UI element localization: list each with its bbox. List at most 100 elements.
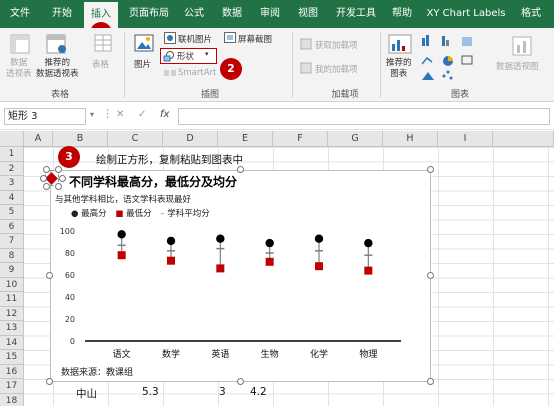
recommended-charts-label[interactable]: 推荐的 图表	[386, 58, 412, 80]
chart-handle[interactable]	[427, 166, 434, 173]
y-tick-label[interactable]: 20	[65, 315, 75, 324]
x-category-label[interactable]: 语文	[113, 348, 131, 360]
max-point[interactable]	[216, 234, 225, 243]
row-header-10[interactable]: 10	[0, 277, 24, 292]
column-header-e[interactable]: E	[218, 131, 273, 147]
name-box[interactable]: 矩形 3	[4, 108, 86, 125]
tab-data[interactable]: 数据	[216, 0, 248, 28]
shape-handle[interactable]	[43, 183, 50, 190]
x-category-label[interactable]: 英语	[211, 348, 229, 360]
row-header-11[interactable]: 11	[0, 292, 24, 307]
max-point[interactable]	[166, 236, 176, 246]
column-header-h[interactable]: H	[383, 131, 438, 147]
max-point[interactable]	[117, 230, 126, 239]
chart-handle[interactable]	[46, 378, 53, 385]
get-addins-icon[interactable]	[300, 38, 312, 50]
row-header-6[interactable]: 6	[0, 219, 24, 234]
chart-type-icons[interactable]	[422, 34, 482, 84]
shape-handle[interactable]	[55, 166, 62, 173]
online-picture-icon[interactable]	[164, 32, 176, 44]
row-header-14[interactable]: 14	[0, 335, 24, 350]
my-addins-icon[interactable]	[300, 62, 312, 74]
max-point[interactable]	[364, 238, 373, 248]
shape-handle[interactable]	[43, 166, 50, 173]
x-category-label[interactable]: 数学	[162, 348, 180, 360]
column-header-c[interactable]: C	[108, 131, 163, 147]
select-all-corner[interactable]	[0, 131, 24, 147]
name-box-dropdown-icon[interactable]: ▾	[90, 110, 94, 119]
cell-e18[interactable]: 4.2	[250, 386, 267, 398]
row-header-17[interactable]: 17	[0, 379, 24, 394]
cell-d18[interactable]: 3	[219, 386, 226, 398]
row-header-3[interactable]: 3	[0, 176, 24, 191]
picture-icon[interactable]	[134, 34, 154, 52]
min-point[interactable]	[315, 262, 323, 271]
screenshot-icon[interactable]	[224, 32, 236, 43]
tab-help[interactable]: 帮助	[386, 0, 418, 28]
pivot-chart-icon[interactable]	[512, 36, 532, 56]
chart-handle[interactable]	[427, 378, 434, 385]
row-header-4[interactable]: 4	[0, 190, 24, 205]
row-header-13[interactable]: 13	[0, 321, 24, 336]
row-header-8[interactable]: 8	[0, 248, 24, 263]
row-header-9[interactable]: 9	[0, 263, 24, 278]
column-header-d[interactable]: D	[163, 131, 218, 147]
table-icon[interactable]	[94, 34, 112, 52]
row-header-12[interactable]: 12	[0, 306, 24, 321]
max-point[interactable]	[314, 234, 324, 243]
cell-b18[interactable]: 中山	[76, 386, 97, 401]
cell-c18[interactable]: 5.3	[142, 386, 159, 398]
min-point[interactable]	[364, 266, 373, 275]
y-tick-label[interactable]: 0	[70, 337, 75, 346]
smartart-label[interactable]: SmartArt	[178, 68, 216, 78]
shape-handle[interactable]	[59, 175, 66, 182]
min-point[interactable]	[216, 264, 225, 273]
min-point[interactable]	[117, 251, 126, 260]
tab-formulas[interactable]: 公式	[178, 0, 210, 28]
column-header-i[interactable]: I	[438, 131, 493, 147]
x-category-label[interactable]: 物理	[359, 348, 377, 360]
x-category-label[interactable]: 化学	[310, 348, 328, 360]
tab-xy-chart-labels[interactable]: XY Chart Labels	[424, 0, 508, 28]
chart-handle[interactable]	[237, 166, 244, 173]
column-header-f[interactable]: F	[273, 131, 328, 147]
picture-label[interactable]: 图片	[134, 58, 151, 70]
shapes-button[interactable]: 形状 ▾	[160, 48, 217, 64]
my-addins-label[interactable]: 我的加载项	[315, 63, 358, 75]
screenshot-label[interactable]: 屏幕截图	[238, 33, 272, 45]
row-header-1[interactable]: 1	[0, 147, 24, 162]
y-tick-label[interactable]: 80	[65, 249, 75, 258]
row-header-16[interactable]: 16	[0, 364, 24, 379]
row-header-18[interactable]: 18	[0, 393, 24, 406]
chart-area[interactable]: 不同学科最高分，最低分及均分 与其他学科相比，语文学科表现最好 ● 最高分 ■ …	[50, 170, 431, 382]
recommended-charts-icon[interactable]	[388, 34, 412, 54]
y-tick-label[interactable]: 40	[65, 293, 75, 302]
formula-input[interactable]	[178, 108, 550, 125]
tab-review[interactable]: 审阅	[254, 0, 286, 28]
tab-view[interactable]: 视图	[292, 0, 324, 28]
shape-handle[interactable]	[40, 175, 47, 182]
enter-icon[interactable]: ✓	[138, 109, 146, 120]
get-addins-label[interactable]: 获取加载项	[315, 39, 358, 51]
column-header-b[interactable]: B	[53, 131, 108, 147]
x-category-label[interactable]: 生物	[261, 348, 279, 360]
row-header-2[interactable]: 2	[0, 161, 24, 176]
min-point[interactable]	[167, 256, 175, 265]
recommended-pivot-icon[interactable]	[46, 34, 68, 54]
chart-handle[interactable]	[46, 272, 53, 279]
pivot-table-icon[interactable]	[10, 34, 30, 54]
tab-page-layout[interactable]: 页面布局	[124, 0, 174, 28]
min-point[interactable]	[265, 257, 274, 266]
row-header-15[interactable]: 15	[0, 350, 24, 365]
cancel-icon[interactable]: ✕	[116, 109, 124, 120]
column-header-a[interactable]: A	[24, 131, 53, 147]
y-tick-label[interactable]: 100	[60, 227, 75, 236]
column-header-g[interactable]: G	[328, 131, 383, 147]
tab-home[interactable]: 开始	[46, 0, 78, 28]
plot-area[interactable]: 0 20 40 60 80 100 语文 数学 英语 生物 化学 物理	[51, 171, 432, 383]
insert-function-icon[interactable]: fx	[160, 109, 169, 120]
recommended-pivot-label[interactable]: 推荐的 数据透视表	[36, 58, 79, 80]
online-picture-label[interactable]: 联机图片	[178, 33, 212, 45]
pivot-chart-label[interactable]: 数据透视图	[496, 60, 539, 72]
shape-handle[interactable]	[55, 183, 62, 190]
